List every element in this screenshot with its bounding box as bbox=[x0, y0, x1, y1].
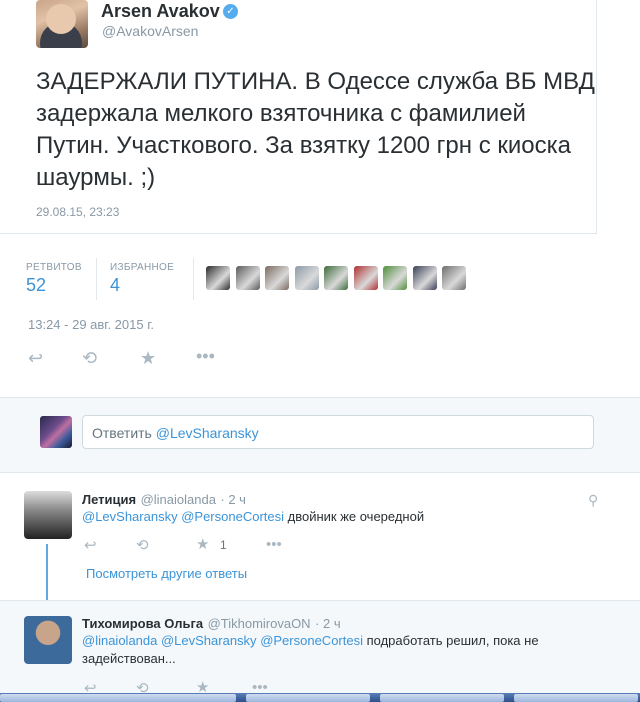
author-avatar[interactable] bbox=[36, 0, 88, 48]
location-pin-icon: ⚲ bbox=[588, 492, 599, 508]
star-icon[interactable]: ★ bbox=[196, 536, 209, 554]
verified-badge-icon: ✓ bbox=[223, 4, 238, 19]
favoriter-avatar[interactable] bbox=[324, 266, 348, 290]
favorites-label: ИЗБРАННОЕ bbox=[110, 262, 175, 273]
reply-header: Летиция @linaiolanda · 2 ч bbox=[82, 491, 246, 509]
reply-author-handle[interactable]: @linaiolanda bbox=[141, 492, 216, 507]
view-more-replies-link[interactable]: Посмотреть другие ответы bbox=[86, 566, 247, 581]
stats-divider bbox=[193, 258, 194, 300]
reply-avatar[interactable] bbox=[24, 491, 72, 539]
taskbar bbox=[0, 693, 640, 702]
favoriter-avatar[interactable] bbox=[442, 266, 466, 290]
reply-icon[interactable]: ↩ bbox=[28, 349, 43, 367]
reply-avatar[interactable] bbox=[24, 616, 72, 664]
current-user-avatar bbox=[40, 416, 72, 448]
reply-body: подработать решил, пока не bbox=[362, 633, 539, 648]
mention-link[interactable]: @linaiolanda bbox=[82, 633, 157, 648]
reply-author-name[interactable]: Тихомирова Ольга bbox=[82, 616, 203, 631]
reply-text: @linaiolanda @LevSharansky @PersoneCorte… bbox=[82, 632, 582, 668]
reply-author-handle[interactable]: @TikhomirovaON bbox=[208, 616, 311, 631]
reply-text: @LevSharansky @PersoneCortesi двойник же… bbox=[82, 508, 424, 526]
retweets-count[interactable]: 52 bbox=[26, 275, 46, 296]
reply-icon[interactable]: ↩ bbox=[84, 537, 97, 555]
reply-author-name[interactable]: Летиция bbox=[82, 492, 136, 507]
favoriter-avatar[interactable] bbox=[294, 266, 319, 290]
reply-time[interactable]: · 2 ч bbox=[220, 492, 246, 507]
reply-body-continued: задействован... bbox=[82, 651, 176, 666]
retweet-icon[interactable]: ⟲ bbox=[82, 349, 97, 367]
favorite-count: 1 bbox=[220, 538, 227, 552]
reply-mention: @LevSharansky bbox=[155, 425, 259, 441]
reply-time[interactable]: · 2 ч bbox=[315, 616, 341, 631]
author-name[interactable]: Arsen Avakov bbox=[101, 1, 220, 22]
favoriter-avatar[interactable] bbox=[412, 266, 437, 290]
mention-link[interactable]: @LevSharansky bbox=[161, 633, 257, 648]
stats-divider bbox=[96, 258, 97, 300]
taskbar-item[interactable] bbox=[514, 694, 638, 702]
taskbar-item[interactable] bbox=[246, 694, 370, 702]
favoriter-avatar[interactable] bbox=[235, 266, 260, 290]
reply-input[interactable]: Ответить @LevSharansky bbox=[82, 415, 594, 449]
reply-prefix: Ответить bbox=[92, 425, 156, 441]
retweets-label: РЕТВИТОВ bbox=[26, 262, 82, 273]
mention-link[interactable]: @LevSharansky bbox=[82, 509, 178, 524]
taskbar-item[interactable] bbox=[112, 694, 236, 702]
mention-link[interactable]: @PersoneCortesi bbox=[260, 633, 363, 648]
reply-header: Тихомирова Ольга @TikhomirovaON · 2 ч bbox=[82, 615, 341, 633]
favoriter-avatar[interactable] bbox=[353, 266, 378, 290]
tweet-timestamp[interactable]: 13:24 - 29 авг. 2015 г. bbox=[28, 317, 154, 332]
more-icon[interactable]: ••• bbox=[266, 536, 282, 554]
tweet-date[interactable]: 29.08.15, 23:23 bbox=[36, 205, 119, 219]
favorites-count[interactable]: 4 bbox=[110, 275, 120, 296]
mention-link[interactable]: @PersoneCortesi bbox=[181, 509, 284, 524]
favoriter-avatar[interactable] bbox=[383, 266, 407, 290]
retweet-icon[interactable]: ⟲ bbox=[136, 537, 149, 555]
favoriter-avatar[interactable] bbox=[265, 266, 289, 290]
more-icon[interactable]: ••• bbox=[196, 347, 215, 365]
taskbar-item[interactable] bbox=[380, 694, 504, 702]
favoriter-avatar[interactable] bbox=[206, 266, 230, 290]
author-handle[interactable]: @AvakovArsen bbox=[102, 23, 198, 39]
star-icon[interactable]: ★ bbox=[140, 349, 156, 367]
reply-body: двойник же очередной bbox=[284, 509, 425, 524]
taskbar-item[interactable] bbox=[0, 694, 124, 702]
tweet-text: ЗАДЕРЖАЛИ ПУТИНА. В Одессе служба ВБ МВД… bbox=[36, 68, 595, 191]
